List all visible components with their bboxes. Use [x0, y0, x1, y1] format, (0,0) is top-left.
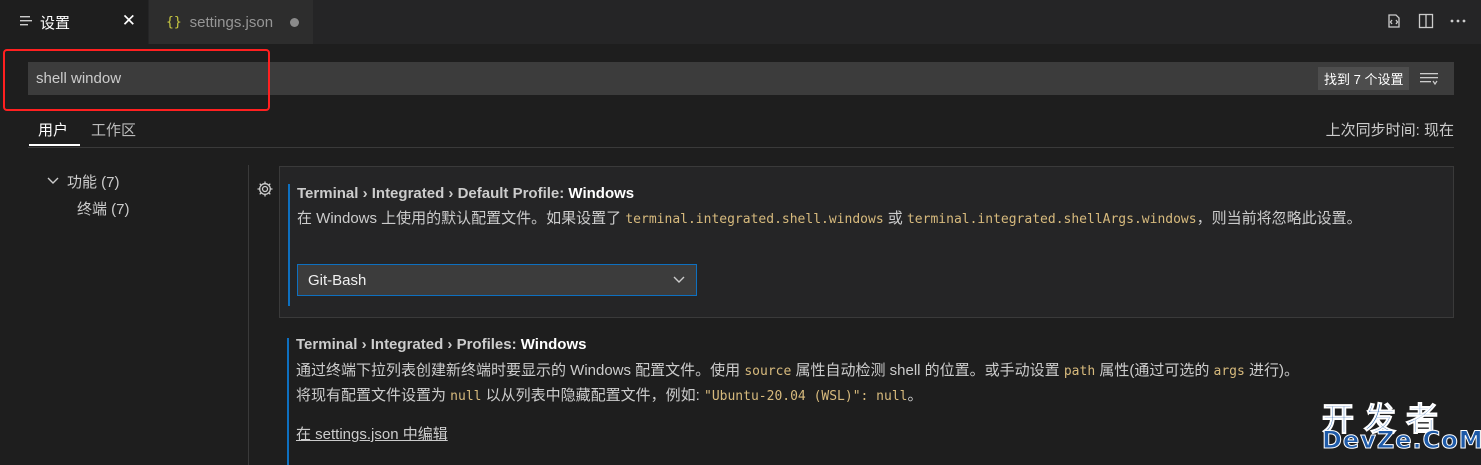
tab-user[interactable]: 用户	[38, 119, 68, 140]
result-count-badge: 找到 7 个设置	[1318, 67, 1410, 90]
divider	[28, 147, 1454, 148]
code-snippet: args	[1213, 364, 1245, 379]
setting-title: Terminal › Integrated › Default Profile:…	[297, 185, 634, 202]
desc-text: 以从列表中隐藏配置文件，例如:	[481, 387, 704, 404]
setting-category: Terminal › Integrated › Profiles:	[296, 336, 521, 353]
tab-label: settings.json	[189, 13, 274, 31]
split-editor-icon[interactable]	[1415, 10, 1437, 32]
editor-actions	[1383, 10, 1469, 32]
setting-profiles-windows: Terminal › Integrated › Profiles: Window…	[279, 324, 1454, 465]
setting-name: Windows	[568, 185, 635, 202]
setting-default-profile-windows: Terminal › Integrated › Default Profile:…	[279, 166, 1454, 318]
filter-icon[interactable]	[1418, 68, 1440, 90]
desc-text: 在 Windows 上使用的默认配置文件。如果设置了	[297, 210, 626, 227]
desc-text: 通过终端下拉列表创建新终端时要显示的 Windows 配置文件。使用	[296, 362, 745, 379]
toc-item-label: 终端 (7)	[77, 201, 130, 218]
code-snippet: terminal.integrated.shell.windows	[625, 212, 884, 227]
list-icon	[20, 15, 32, 30]
setting-description: 通过终端下拉列表创建新终端时要显示的 Windows 配置文件。使用 sourc…	[296, 359, 1446, 409]
tab-settings-json[interactable]: {} settings.json	[149, 0, 313, 44]
code-snippet: path	[1063, 364, 1096, 379]
more-actions-icon[interactable]	[1447, 10, 1469, 32]
close-icon[interactable]: ✕	[122, 11, 136, 31]
desc-text: 属性自动检测 shell 的位置。或手动设置	[791, 362, 1064, 379]
setting-category: Terminal › Integrated › Default Profile:	[297, 185, 569, 202]
desc-text: 。	[907, 387, 923, 404]
open-json-icon[interactable]	[1383, 10, 1405, 32]
desc-text: 将现有配置文件设置为	[296, 387, 451, 404]
toc-divider	[248, 165, 249, 465]
tab-settings[interactable]: 设置 ✕	[0, 0, 148, 44]
red-highlight-annotation	[3, 49, 270, 111]
desc-text: 或	[883, 210, 907, 227]
code-snippet: terminal.integrated.shellArgs.windows	[906, 212, 1197, 227]
modified-indicator	[288, 184, 290, 306]
desc-text: 进行)。	[1244, 362, 1299, 379]
setting-title: Terminal › Integrated › Profiles: Window…	[296, 336, 586, 353]
gear-icon[interactable]	[256, 180, 274, 198]
default-profile-select[interactable]: Git-Bash	[297, 264, 697, 296]
chevron-down-icon	[46, 173, 62, 190]
sync-status: 上次同步时间: 现在	[1325, 122, 1454, 139]
desc-text: 属性(通过可选的	[1095, 362, 1214, 379]
active-tab-underline	[29, 144, 80, 146]
editor-tab-bar: 设置 ✕ {} settings.json	[0, 0, 1481, 44]
code-snippet: null	[450, 389, 482, 404]
unsaved-dot-icon[interactable]	[290, 18, 299, 27]
tab-workspace[interactable]: 工作区	[91, 119, 136, 140]
toc-item-label: 功能 (7)	[67, 174, 120, 191]
code-snippet: "Ubuntu-20.04 (WSL)": null	[704, 389, 908, 404]
desc-text: ，则当前将忽略此设置。	[1196, 210, 1362, 227]
toc-item-features[interactable]: 功能 (7)	[46, 171, 120, 192]
edit-in-settings-json-link[interactable]: 在 settings.json 中编辑	[296, 423, 448, 444]
code-snippet: source	[744, 364, 792, 379]
tab-label: 设置	[40, 14, 71, 32]
modified-indicator	[287, 338, 289, 465]
json-braces-icon: {}	[166, 14, 182, 30]
watermark-logo: DevZe.CoM	[1322, 426, 1481, 455]
chevron-down-icon	[672, 273, 686, 287]
setting-description: 在 Windows 上使用的默认配置文件。如果设置了 terminal.inte…	[297, 207, 1447, 232]
select-value: Git-Bash	[308, 271, 367, 289]
toc-item-terminal[interactable]: 终端 (7)	[77, 198, 130, 219]
setting-name: Windows	[520, 336, 587, 353]
